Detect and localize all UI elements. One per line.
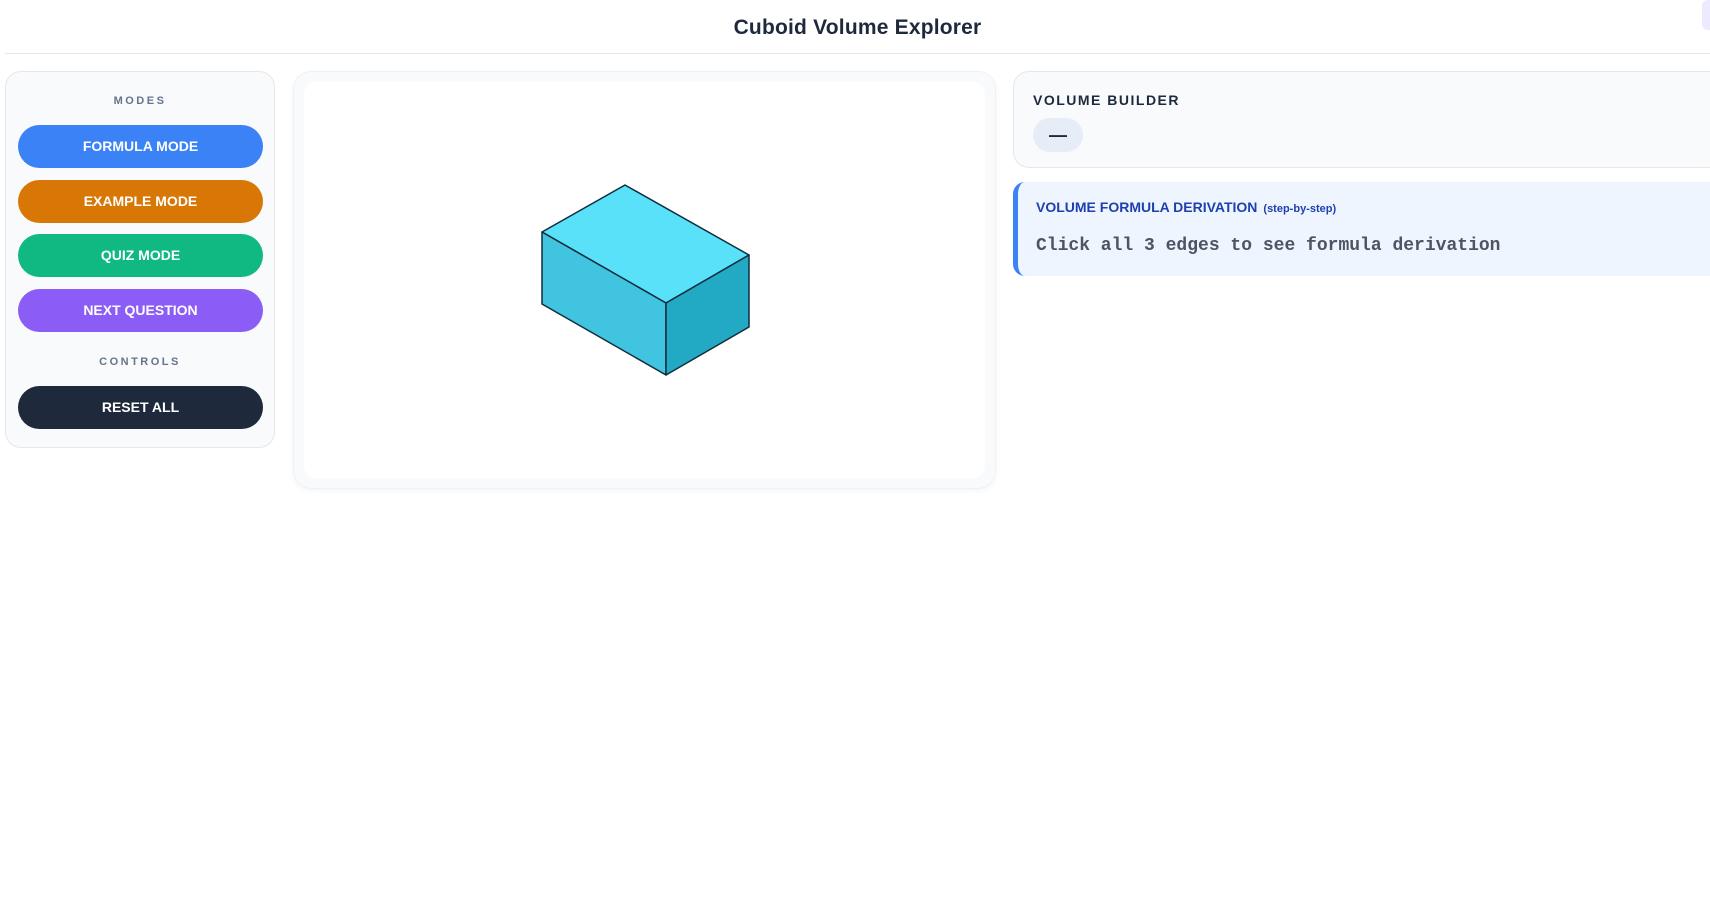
app-title: Cuboid Volume Explorer — [733, 16, 982, 39]
volume-value-chip: — — [1033, 118, 1083, 152]
controls-label: CONTROLS — [99, 356, 181, 368]
next-question-button[interactable]: NEXT QUESTION — [18, 289, 263, 332]
cuboid-drawing — [541, 184, 750, 376]
canvas-card — [293, 71, 996, 489]
cuboid-canvas[interactable] — [304, 82, 985, 478]
formula-mode-button[interactable]: FORMULA MODE — [18, 125, 263, 168]
derivation-title: VOLUME FORMULA DERIVATION — [1036, 199, 1258, 215]
quiz-mode-button[interactable]: QUIZ MODE — [18, 234, 263, 277]
derivation-message: Click all 3 edges to see formula derivat… — [1036, 236, 1501, 256]
app-header: Cuboid Volume Explorer — [5, 0, 1710, 54]
reset-all-button[interactable]: RESET ALL — [18, 386, 263, 429]
corner-tab[interactable] — [1702, 0, 1710, 30]
derivation-subtitle: (step-by-step) — [1263, 203, 1337, 215]
sidebar: MODES FORMULA MODE EXAMPLE MODE QUIZ MOD… — [5, 71, 275, 448]
derivation-panel: VOLUME FORMULA DERIVATION (step-by-step) … — [1013, 182, 1710, 276]
volume-builder-title: VOLUME BUILDER — [1033, 92, 1180, 108]
volume-builder-panel: VOLUME BUILDER — — [1013, 71, 1710, 168]
derivation-title-row: VOLUME FORMULA DERIVATION (step-by-step) — [1036, 199, 1336, 215]
example-mode-button[interactable]: EXAMPLE MODE — [18, 180, 263, 223]
modes-label: MODES — [113, 95, 167, 107]
